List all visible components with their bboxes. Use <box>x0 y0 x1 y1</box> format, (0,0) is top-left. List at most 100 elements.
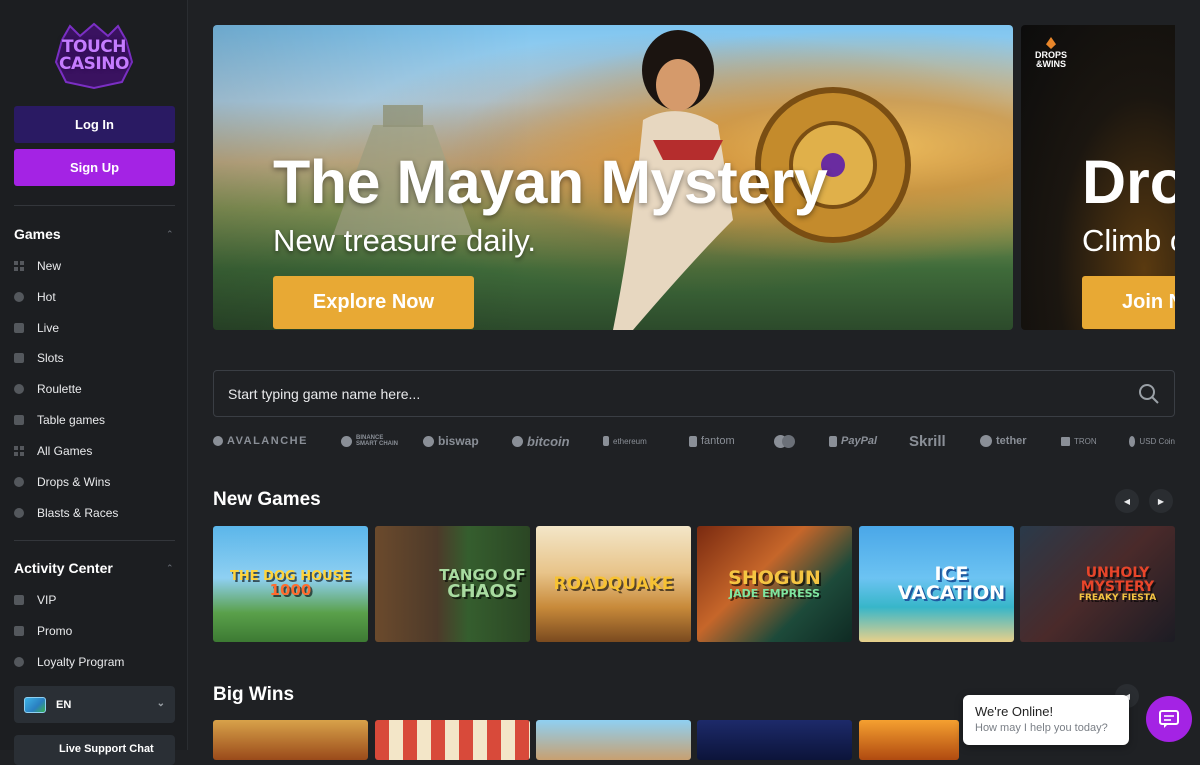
sidebar-item-hot[interactable]: Hot <box>14 286 175 308</box>
big-win-tile[interactable] <box>536 720 691 760</box>
sidebar-item-label: Table games <box>37 413 106 427</box>
sidebar-item-label: All Games <box>37 444 93 458</box>
sidebar-item-slots[interactable]: Slots <box>14 347 175 369</box>
hero-subtitle: New treasure daily. <box>273 223 537 258</box>
ethereum-logo: ethereum <box>603 432 647 450</box>
sidebar-item-live[interactable]: Live <box>14 317 175 339</box>
sidebar-item-label: Live <box>37 321 60 335</box>
badge-line2: &WINS <box>1036 59 1066 69</box>
tile-subtitle: 1000 <box>269 581 312 599</box>
sidebar-item-new[interactable]: New <box>14 255 175 277</box>
touch-casino-logo[interactable]: TOUCH CASINO <box>52 22 136 90</box>
login-button[interactable]: Log In <box>14 106 175 143</box>
hero2-title: Drops & Wins <box>1082 148 1175 216</box>
gift-icon <box>14 626 24 636</box>
big-win-tile[interactable] <box>859 720 959 760</box>
mastercard-logo <box>774 432 795 450</box>
sidebar-divider <box>14 205 175 206</box>
explore-now-button[interactable]: Explore Now <box>273 276 474 329</box>
chevron-down-icon: ⌄ <box>156 698 165 709</box>
race-icon <box>14 508 24 518</box>
games-section-title[interactable]: Games <box>14 226 61 242</box>
search-bar[interactable] <box>213 370 1175 417</box>
tile-subtitle: CHAOS <box>447 580 518 602</box>
tile-title: UNHOLY MYSTERY <box>1080 564 1155 595</box>
sidebar-item-blasts-races[interactable]: Blasts & Races <box>14 502 175 524</box>
big-win-tile[interactable] <box>697 720 852 760</box>
activity-section-title[interactable]: Activity Center <box>14 560 113 576</box>
tether-logo: tether <box>980 432 1027 450</box>
sidebar-divider <box>14 540 175 541</box>
chat-popup[interactable]: We're Online! How may I help you today? <box>963 695 1129 745</box>
chat-title: We're Online! <box>975 704 1054 719</box>
next-arrow-icon[interactable]: ▶ <box>1149 489 1173 513</box>
sidebar-item-table-games[interactable]: Table games <box>14 409 175 431</box>
game-tile-unholy-mystery[interactable]: UNHOLY MYSTERY FREAKY FIESTA <box>1020 526 1175 642</box>
sidebar-item-label: VIP <box>37 593 57 607</box>
bitcoin-logo: bitcoin <box>512 432 570 450</box>
hero-banner[interactable]: The Mayan Mystery New treasure daily. Ex… <box>213 25 1013 330</box>
game-tile-dog-house[interactable]: THE DOG HOUSE 1000 <box>213 526 368 642</box>
language-label: EN <box>56 698 72 711</box>
sidebar-item-roulette[interactable]: Roulette <box>14 378 175 400</box>
game-tile-shogun[interactable]: SHOGUN JADE EMPRESS <box>697 526 852 642</box>
paypal-logo: PayPal <box>829 432 877 450</box>
fire-icon <box>14 292 24 302</box>
prev-arrow-icon[interactable]: ◀ <box>1115 489 1139 513</box>
fantom-logo: fantom <box>689 432 735 450</box>
logo-line2: CASINO <box>59 54 129 74</box>
crown-icon <box>14 595 24 605</box>
sidebar-item-label: Slots <box>37 351 64 365</box>
signup-button[interactable]: Sign Up <box>14 149 175 186</box>
sidebar-item-label: Loyalty Program <box>37 655 125 669</box>
sidebar-item-label: Blasts & Races <box>37 506 119 520</box>
tile-subtitle: JADE EMPRESS <box>729 587 820 600</box>
skrill-logo: Skrill <box>909 432 946 450</box>
sidebar-item-promo[interactable]: Promo <box>14 620 175 642</box>
language-selector[interactable]: EN ⌄ <box>14 686 175 723</box>
new-games-title: New Games <box>213 489 321 510</box>
big-win-tile[interactable] <box>375 720 530 760</box>
chevron-up-icon[interactable]: ⌃ <box>166 229 174 240</box>
grid-icon <box>14 261 24 271</box>
game-tile-tango-of-chaos[interactable]: TANGO OF CHAOS <box>375 526 530 642</box>
chevron-up-icon[interactable]: ⌃ <box>166 563 174 574</box>
search-input[interactable] <box>228 371 1108 416</box>
chat-button[interactable] <box>1146 696 1192 742</box>
game-tile-ice-vacation[interactable]: ICE VACATION <box>859 526 1014 642</box>
usd-coin-logo: USD Coin <box>1129 432 1175 450</box>
payment-methods-row: AVALANCHE BINANCE SMART CHAIN biswap bit… <box>213 432 1175 450</box>
roulette-icon <box>14 384 24 394</box>
chat-icon <box>1159 710 1179 728</box>
sidebar-item-label: Promo <box>37 624 73 638</box>
sidebar-item-label: Roulette <box>37 382 82 396</box>
big-wins-title: Big Wins <box>213 684 295 705</box>
sidebar-item-drops-wins[interactable]: Drops & Wins <box>14 471 175 493</box>
heart-icon <box>14 657 24 667</box>
hero-banner-secondary[interactable]: DROPS &WINS Drops & Wins Climb on Join N… <box>1021 25 1175 330</box>
search-icon[interactable] <box>1138 383 1160 405</box>
join-now-button[interactable]: Join Now <box>1082 276 1175 329</box>
binance-logo: BINANCE SMART CHAIN <box>341 432 406 450</box>
tile-subtitle: VACATION <box>897 582 1006 604</box>
drops-wins-badge: DROPS &WINS <box>1031 37 1071 81</box>
tile-title: ROADQUAKE <box>553 573 674 594</box>
avalanche-logo: AVALANCHE <box>213 432 308 450</box>
table-icon <box>14 415 24 425</box>
game-tile-roadquake[interactable]: ROADQUAKE <box>536 526 691 642</box>
sidebar-item-vip[interactable]: VIP <box>14 589 175 611</box>
tile-title: SHOGUN <box>728 567 821 589</box>
grid-icon <box>14 446 24 456</box>
hero-title: The Mayan Mystery <box>273 148 828 216</box>
globe-icon <box>24 696 46 713</box>
trophy-icon <box>14 477 24 487</box>
biswap-logo: biswap <box>423 432 479 450</box>
big-win-tile[interactable] <box>213 720 368 760</box>
sidebar: TOUCH CASINO Log In Sign Up Games ⌃ New … <box>0 0 188 765</box>
live-icon <box>14 323 24 333</box>
sidebar-item-label: Drops & Wins <box>37 475 111 489</box>
hero2-subtitle: Climb on <box>1082 223 1175 258</box>
sidebar-item-loyalty[interactable]: Loyalty Program <box>14 651 175 673</box>
live-support-button[interactable]: Live Support Chat <box>14 735 175 765</box>
sidebar-item-all-games[interactable]: All Games <box>14 440 175 462</box>
